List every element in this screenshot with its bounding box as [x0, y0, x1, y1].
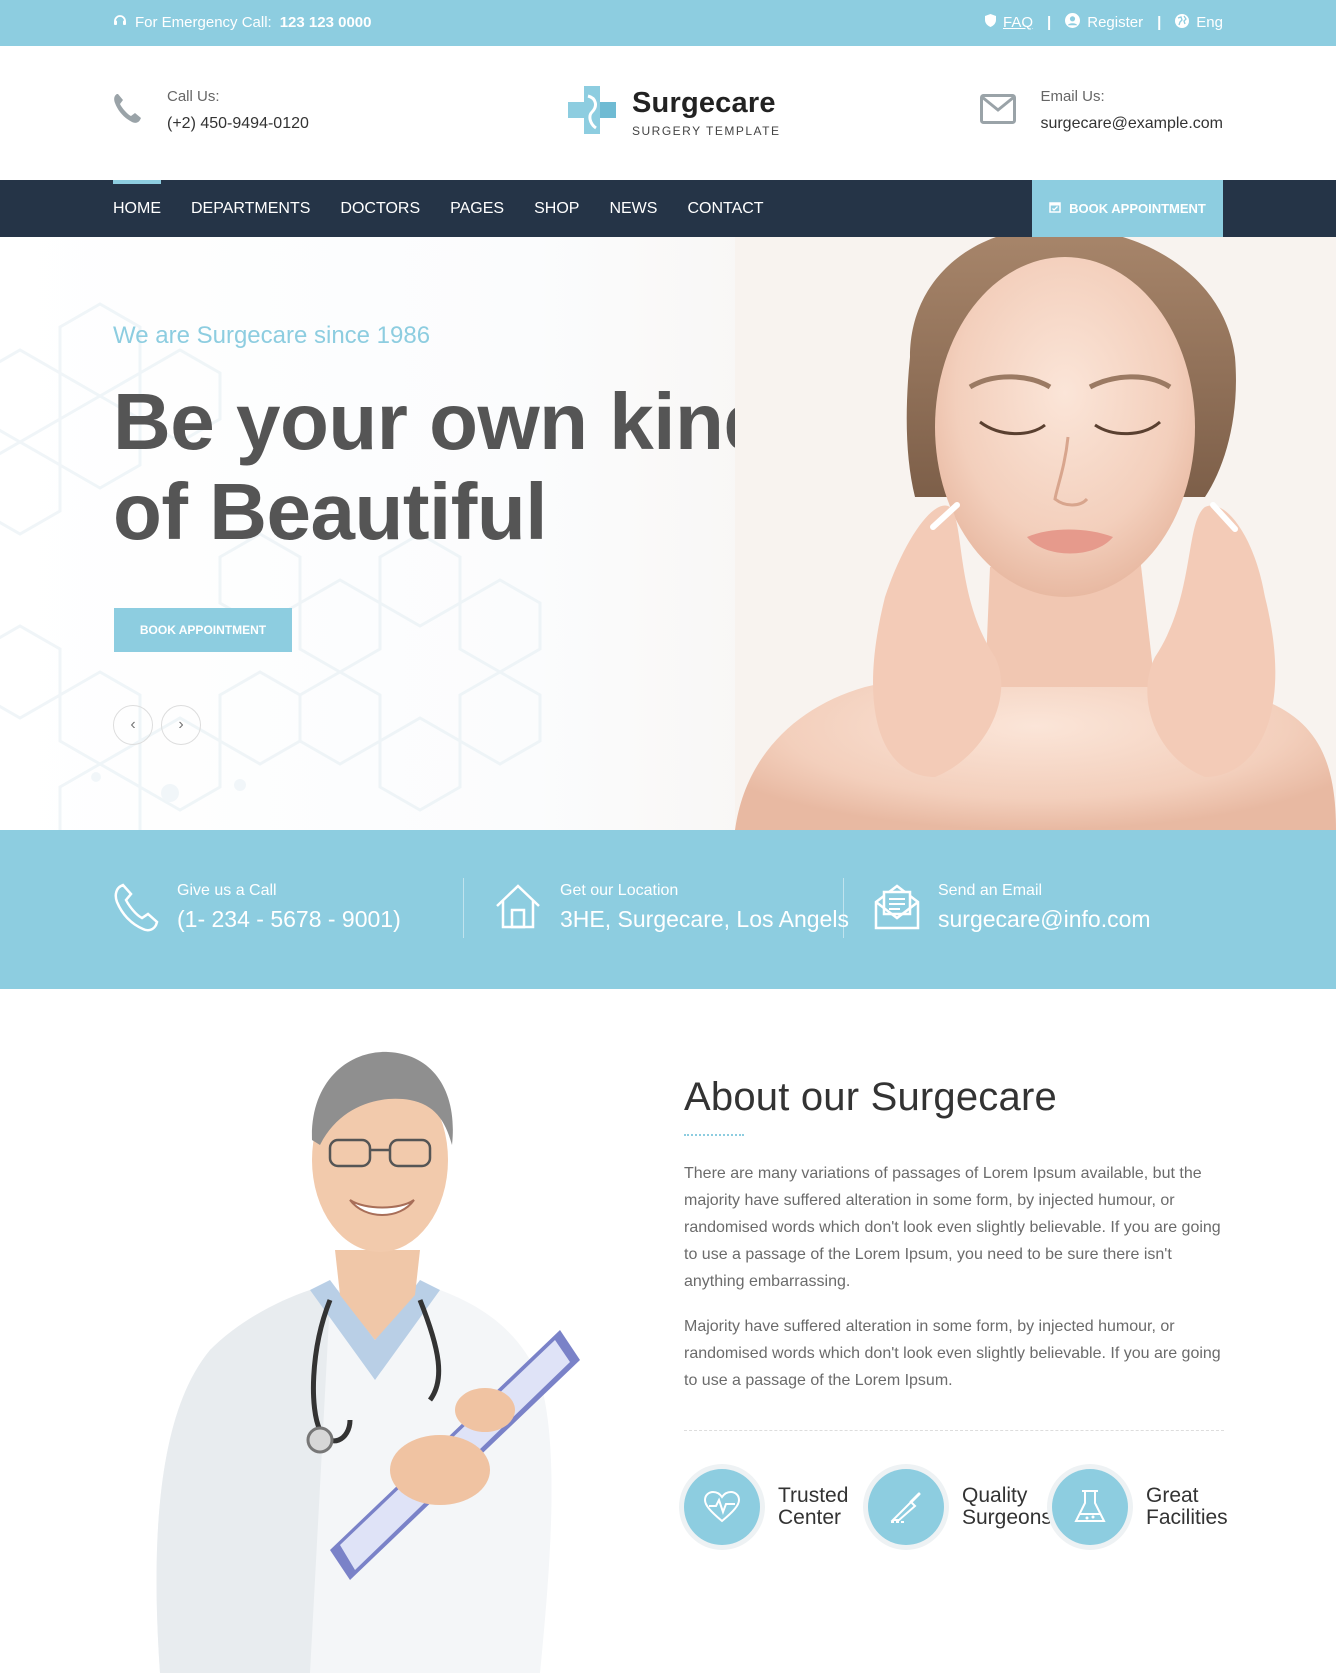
hero-slider: We are Surgecare since 1986 Be your own …	[0, 237, 1336, 830]
nav-item-news[interactable]: NEWS	[609, 180, 657, 237]
info-email: Send an Email surgecare@info.com	[874, 882, 1151, 935]
title-underline	[684, 1134, 744, 1136]
email-us-label: Email Us:	[1040, 88, 1105, 105]
feature-quality-surgeons: Quality Surgeons	[868, 1469, 1052, 1545]
hero-title: Be your own kind of Beautiful	[113, 377, 833, 557]
divider	[684, 1430, 1224, 1431]
feature-list: Trusted Center Quality Surgeons Great Fa…	[684, 1469, 1228, 1545]
register-link[interactable]: Register	[1065, 13, 1143, 32]
doctor-image	[156, 1051, 580, 1673]
info-location-label: Get our Location	[560, 882, 679, 899]
hero-book-appointment-button[interactable]: BOOK APPOINTMENT	[114, 608, 292, 652]
calendar-icon	[1049, 201, 1061, 216]
logo-tagline: SURGERY TEMPLATE	[632, 124, 781, 138]
nav-item-shop[interactable]: SHOP	[534, 180, 579, 237]
register-label: Register	[1087, 14, 1144, 31]
info-location-address: 3HE, Surgecare, Los Angels	[560, 906, 849, 932]
nav-item-departments[interactable]: DEPARTMENTS	[191, 180, 310, 237]
faq-label: FAQ	[1003, 14, 1034, 31]
shield-icon	[985, 14, 997, 31]
email-us-address[interactable]: surgecare@example.com	[1040, 115, 1223, 133]
about-section: About our Surgecare There are many varia…	[684, 1075, 1228, 1545]
slider-prev-button[interactable]: ‹	[113, 705, 153, 745]
logo-name: Surgecare	[632, 87, 776, 119]
user-icon	[1065, 13, 1081, 32]
hero-subtitle: We are Surgecare since 1986	[113, 322, 431, 349]
call-us-label: Call Us:	[167, 88, 220, 105]
call-us-number[interactable]: (+2) 450-9494-0120	[167, 115, 309, 133]
site-logo[interactable]: Surgecare SURGERY TEMPLATE	[566, 84, 780, 141]
header: Call Us: (+2) 450-9494-0120 Surgecare SU…	[0, 46, 1336, 180]
language-link[interactable]: Eng	[1175, 13, 1223, 32]
slider-next-button[interactable]: ›	[161, 705, 201, 745]
info-email-label: Send an Email	[938, 882, 1043, 899]
separator: |	[1157, 14, 1162, 31]
info-call: Give us a Call (1- 234 - 5678 - 9001)	[113, 882, 401, 937]
hero-title-line2: of Beautiful	[113, 467, 547, 556]
divider	[463, 878, 464, 938]
about-paragraph-1: There are many variations of passages of…	[684, 1165, 1221, 1290]
scalpel-icon	[868, 1469, 944, 1545]
nav-item-home[interactable]: HOME	[113, 180, 161, 237]
about-title: About our Surgecare	[684, 1075, 1057, 1119]
flask-icon	[1052, 1469, 1128, 1545]
about-paragraph-2: Majority have suffered alteration in som…	[684, 1318, 1221, 1389]
main-nav: HOME DEPARTMENTS DOCTORS PAGES SHOP NEWS…	[0, 180, 1336, 237]
language-label: Eng	[1196, 14, 1223, 31]
hero-woman-image	[735, 237, 1336, 830]
phone-icon	[113, 92, 143, 129]
emergency-phone[interactable]: 123 123 0000	[280, 14, 372, 31]
medical-cross-logo-icon	[566, 84, 618, 141]
emergency-call: For Emergency Call: 123 123 0000	[113, 13, 371, 31]
feature-label: Trusted Center	[778, 1484, 849, 1529]
divider	[843, 878, 844, 938]
heart-pulse-icon	[684, 1469, 760, 1545]
faq-link[interactable]: FAQ	[985, 14, 1033, 31]
home-icon	[494, 882, 542, 935]
headset-icon	[113, 13, 127, 31]
info-location: Get our Location 3HE, Surgecare, Los Ang…	[494, 882, 849, 935]
nav-item-pages[interactable]: PAGES	[450, 180, 504, 237]
phone-icon	[113, 882, 159, 937]
mail-open-icon	[874, 882, 920, 935]
feature-label: Great Facilities	[1146, 1484, 1228, 1529]
nav-item-doctors[interactable]: DOCTORS	[340, 180, 420, 237]
emergency-label: For Emergency Call:	[135, 13, 272, 31]
nav-item-contact[interactable]: CONTACT	[687, 180, 763, 237]
globe-icon	[1175, 13, 1190, 32]
feature-great-facilities: Great Facilities	[1052, 1469, 1228, 1545]
top-bar: For Emergency Call: 123 123 0000 FAQ | R…	[0, 0, 1336, 46]
nav-book-appointment-button[interactable]: BOOK APPOINTMENT	[1032, 180, 1223, 237]
info-call-label: Give us a Call	[177, 882, 277, 899]
envelope-icon	[980, 94, 1017, 129]
separator: |	[1047, 14, 1052, 31]
nav-book-label: BOOK APPOINTMENT	[1069, 201, 1206, 216]
contact-info-band: Give us a Call (1- 234 - 5678 - 9001) Ge…	[0, 830, 1336, 989]
hero-title-line1: Be your own kind	[113, 377, 772, 466]
feature-label: Quality Surgeons	[962, 1484, 1052, 1529]
feature-trusted-center: Trusted Center	[684, 1469, 854, 1545]
call-us-block: Call Us: (+2) 450-9494-0120	[113, 88, 309, 133]
info-call-number[interactable]: (1- 234 - 5678 - 9001)	[177, 906, 401, 933]
info-email-address[interactable]: surgecare@info.com	[938, 906, 1151, 933]
email-us-block: Email Us: surgecare@example.com	[980, 88, 1223, 133]
slider-arrows: ‹ ›	[113, 705, 201, 745]
